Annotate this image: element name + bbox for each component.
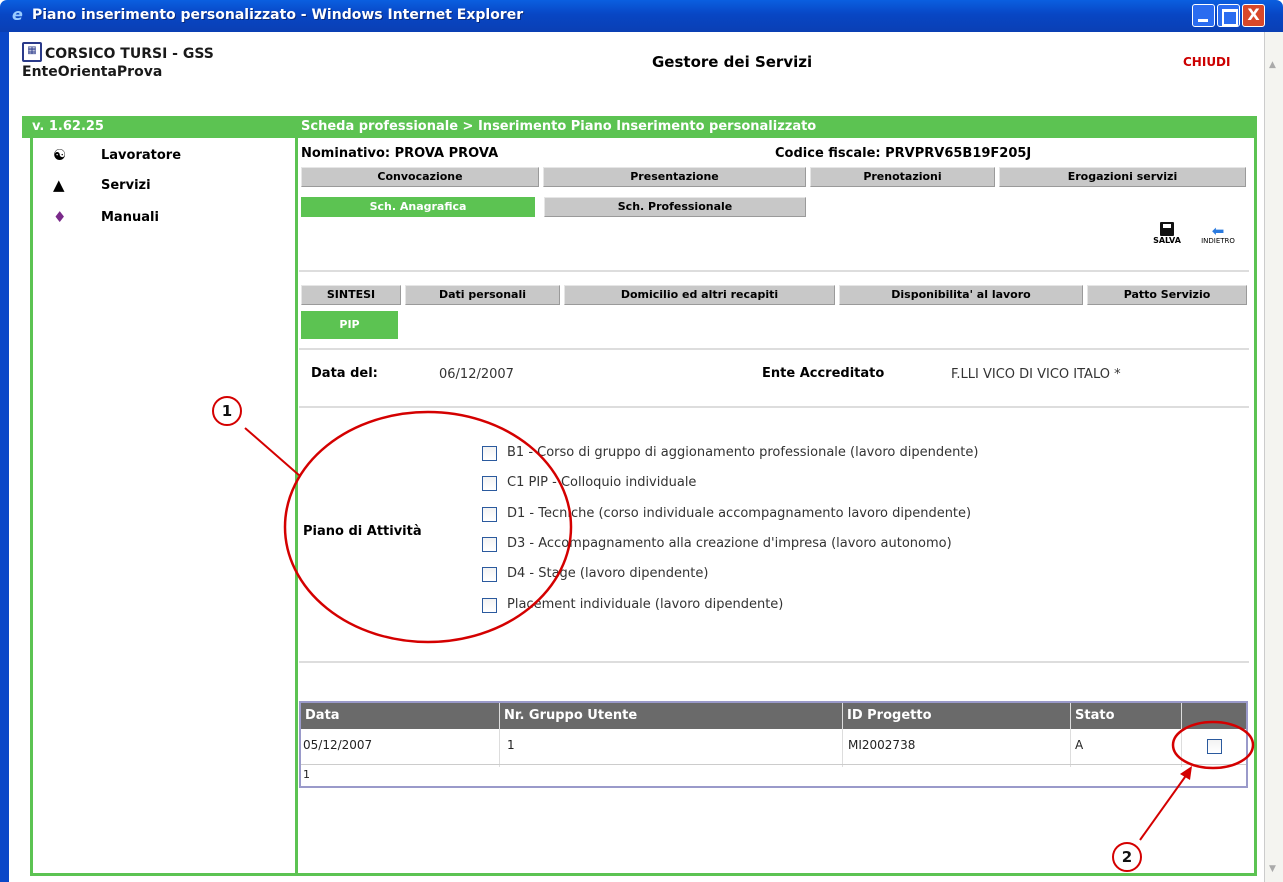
org-subtitle: EnteOrientaProva bbox=[22, 64, 163, 80]
activity-checkbox-c1[interactable] bbox=[482, 476, 497, 491]
back-label: INDIETRO bbox=[1201, 237, 1235, 245]
activity-label: D1 - Tecniche (corso individuale accompa… bbox=[507, 506, 972, 521]
save-label: SALVA bbox=[1153, 236, 1181, 245]
divider bbox=[299, 661, 1249, 663]
column-header-progetto: ID Progetto bbox=[847, 708, 932, 723]
app-header bbox=[9, 32, 1264, 114]
tab-presentazione[interactable]: Presentazione bbox=[543, 167, 806, 187]
activity-label: B1 - Corso di gruppo di aggionamento pro… bbox=[507, 445, 979, 460]
annotation-marker-1: 1 bbox=[212, 396, 242, 426]
subtab-disponibilita[interactable]: Disponibilita' al lavoro bbox=[839, 285, 1083, 305]
cell-stato: A bbox=[1075, 738, 1084, 752]
subtab-dati-personali[interactable]: Dati personali bbox=[405, 285, 560, 305]
save-icon bbox=[1160, 222, 1174, 236]
data-label: Data del: bbox=[311, 366, 378, 381]
internet-explorer-icon: e bbox=[12, 5, 23, 24]
column-divider bbox=[499, 703, 500, 767]
subtab-patto-servizio[interactable]: Patto Servizio bbox=[1087, 285, 1247, 305]
activity-label: Placement individuale (lavoro dipendente… bbox=[507, 597, 784, 612]
column-header-stato: Stato bbox=[1075, 708, 1115, 723]
close-app-link[interactable]: CHIUDI bbox=[1183, 55, 1230, 69]
row-divider bbox=[301, 764, 1246, 765]
maximize-button[interactable] bbox=[1217, 4, 1240, 27]
column-divider bbox=[1070, 703, 1071, 767]
activity-label: D3 - Accompagnamento alla creazione d'im… bbox=[507, 536, 952, 551]
back-arrow-icon: ⬅ bbox=[1211, 222, 1225, 240]
cell-gruppo: 1 bbox=[507, 738, 515, 752]
vertical-scrollbar[interactable]: ▲ ▼ bbox=[1264, 32, 1283, 882]
codice-fiscale: Codice fiscale: PRVPRV65B19F205J bbox=[775, 146, 1032, 161]
activity-checkbox-placement[interactable] bbox=[482, 598, 497, 613]
tab-sch-professionale[interactable]: Sch. Professionale bbox=[544, 197, 806, 217]
window-titlebar: e Piano inserimento personalizzato - Win… bbox=[0, 0, 1283, 32]
activity-label: C1 PIP - Colloquio individuale bbox=[507, 475, 697, 490]
tab-convocazione[interactable]: Convocazione bbox=[301, 167, 539, 187]
ente-label: Ente Accreditato bbox=[762, 366, 885, 381]
cell-data: 05/12/2007 bbox=[303, 738, 373, 752]
activity-checkbox-d4[interactable] bbox=[482, 567, 497, 582]
table-footer-page[interactable]: 1 bbox=[303, 768, 310, 781]
divider bbox=[299, 270, 1249, 272]
column-divider bbox=[1181, 703, 1182, 767]
annotation-marker-2: 2 bbox=[1112, 842, 1142, 872]
nominativo: Nominativo: PROVA PROVA bbox=[301, 146, 499, 161]
subtab-domicilio[interactable]: Domicilio ed altri recapiti bbox=[564, 285, 835, 305]
books-icon: ♦ bbox=[53, 208, 67, 226]
column-divider bbox=[842, 703, 843, 767]
scroll-down-icon[interactable]: ▼ bbox=[1269, 864, 1276, 874]
divider bbox=[299, 406, 1249, 408]
tab-erogazioni-servizi[interactable]: Erogazioni servizi bbox=[999, 167, 1246, 187]
data-value: 06/12/2007 bbox=[439, 367, 514, 382]
divider bbox=[299, 348, 1249, 350]
sidebar-item-label: Servizi bbox=[101, 178, 151, 193]
organization-logo-icon: ▦ bbox=[22, 42, 42, 62]
subtab-pip[interactable]: PIP bbox=[301, 311, 398, 339]
piano-label: Piano di Attività bbox=[303, 524, 422, 539]
column-header-data: Data bbox=[305, 708, 340, 723]
minimize-button[interactable] bbox=[1192, 4, 1215, 27]
sidebar: ☯ Lavoratore ▲ Servizi ♦ Manuali bbox=[30, 138, 298, 876]
activity-checkbox-d3[interactable] bbox=[482, 537, 497, 552]
sidebar-item-label: Manuali bbox=[101, 210, 159, 225]
cell-progetto: MI2002738 bbox=[848, 738, 916, 752]
activity-label: D4 - Stage (lavoro dipendente) bbox=[507, 566, 709, 581]
ente-value: F.LLI VICO DI VICO ITALO * bbox=[951, 367, 1121, 382]
worker-icon: ☯ bbox=[53, 146, 67, 164]
tab-prenotazioni[interactable]: Prenotazioni bbox=[810, 167, 995, 187]
tab-sch-anagrafica[interactable]: Sch. Anagrafica bbox=[301, 197, 535, 217]
table-header: Data Nr. Gruppo Utente ID Progetto Stato bbox=[301, 703, 1246, 729]
services-icon: ▲ bbox=[53, 176, 65, 194]
row-select-checkbox[interactable] bbox=[1207, 739, 1222, 754]
window-title: Piano inserimento personalizzato - Windo… bbox=[32, 7, 524, 23]
window-frame-left bbox=[0, 32, 9, 882]
activity-checkbox-d1[interactable] bbox=[482, 507, 497, 522]
back-button[interactable]: ⬅ INDIETRO bbox=[1190, 222, 1246, 246]
org-name: CORSICO TURSI - GSS bbox=[45, 46, 214, 62]
pip-table: Data Nr. Gruppo Utente ID Progetto Stato… bbox=[299, 701, 1248, 788]
app-title: Gestore dei Servizi bbox=[652, 53, 813, 71]
app-version: v. 1.62.25 bbox=[32, 119, 104, 134]
sidebar-item-label: Lavoratore bbox=[101, 148, 182, 163]
column-header-gruppo: Nr. Gruppo Utente bbox=[504, 708, 638, 723]
activity-checkbox-b1[interactable] bbox=[482, 446, 497, 461]
subtab-sintesi[interactable]: SINTESI bbox=[301, 285, 401, 305]
breadcrumb: Scheda professionale > Inserimento Piano… bbox=[301, 119, 817, 134]
save-button[interactable]: SALVA bbox=[1146, 222, 1188, 245]
close-window-button[interactable]: X bbox=[1242, 4, 1265, 27]
scroll-up-icon[interactable]: ▲ bbox=[1269, 60, 1276, 70]
